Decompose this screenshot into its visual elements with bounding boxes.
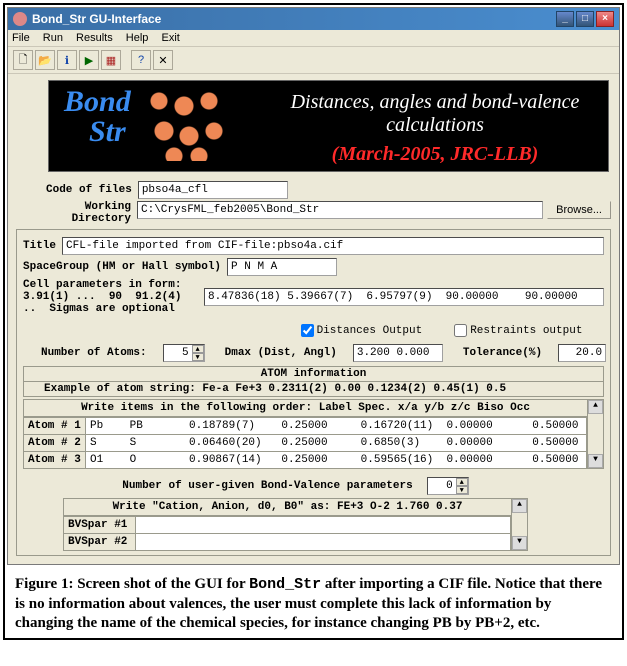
menu-results[interactable]: Results bbox=[76, 32, 113, 44]
atom-row-label: Atom # 1 bbox=[24, 418, 86, 434]
atoms-count-label: Number of Atoms: bbox=[41, 347, 147, 359]
new-icon[interactable]: 🗋 bbox=[13, 50, 33, 70]
toolbar: 🗋 📂 ℹ ▶ ▦ ? ✕ bbox=[8, 47, 619, 74]
scroll-up-icon[interactable]: ▲ bbox=[588, 400, 603, 414]
run-icon[interactable]: ▶ bbox=[79, 50, 99, 70]
restraints-checkbox[interactable]: Restraints output bbox=[450, 321, 582, 340]
distances-check-input[interactable] bbox=[301, 324, 314, 337]
window-title: Bond_Str GU-Interface bbox=[32, 12, 161, 26]
maximize-button[interactable]: □ bbox=[576, 11, 594, 27]
toolbar-separator bbox=[123, 50, 129, 70]
app-icon bbox=[13, 12, 27, 26]
title-input[interactable] bbox=[62, 237, 604, 255]
close-button[interactable]: × bbox=[596, 11, 614, 27]
restraints-check-input[interactable] bbox=[454, 324, 467, 337]
bv-grid-header: Write "Cation, Anion, d0, B0" as: FE+3 O… bbox=[64, 499, 511, 516]
tolerance-label: Tolerance(%) bbox=[463, 347, 542, 359]
atoms-count-input[interactable] bbox=[164, 345, 192, 361]
table-row: BVSpar #2 bbox=[64, 533, 511, 550]
spin-up-icon[interactable]: ▲ bbox=[192, 345, 204, 353]
banner-graphic bbox=[149, 91, 229, 161]
scroll-up-icon[interactable]: ▲ bbox=[512, 499, 527, 513]
bv-count-spinner[interactable]: ▲▼ bbox=[427, 477, 469, 495]
atom-row-data[interactable]: O1 O 0.90867(14) 0.25000 0.59565(16) 0.0… bbox=[86, 452, 587, 468]
atoms-count-spinner[interactable]: ▲▼ bbox=[163, 344, 205, 362]
titlebar: Bond_Str GU-Interface _ □ × bbox=[8, 8, 619, 30]
browse-button[interactable]: Browse... bbox=[547, 201, 611, 219]
atom-grid: Write items in the following order: Labe… bbox=[23, 399, 604, 469]
scrollbar[interactable]: ▲ ▼ bbox=[587, 400, 603, 468]
bv-count-input[interactable] bbox=[428, 478, 456, 494]
workdir-label: Working Directory bbox=[66, 201, 131, 225]
tolerance-input[interactable] bbox=[558, 344, 606, 362]
scrollbar[interactable]: ▲ ▼ bbox=[511, 499, 527, 550]
exit-icon[interactable]: ✕ bbox=[153, 50, 173, 70]
spin-down-icon[interactable]: ▼ bbox=[456, 486, 468, 494]
table-row: BVSpar #1 bbox=[64, 516, 511, 533]
atom-row-label: Atom # 3 bbox=[24, 452, 86, 468]
bv-row-data[interactable] bbox=[136, 534, 511, 550]
atom-row-label: Atom # 2 bbox=[24, 435, 86, 451]
banner-logo: BondStr bbox=[64, 87, 131, 147]
menu-file[interactable]: File bbox=[12, 32, 30, 44]
banner: BondStr Distances, angles and bond-valen… bbox=[48, 80, 609, 172]
bv-count-label: Number of user-given Bond-Valence parame… bbox=[122, 480, 412, 492]
spin-up-icon[interactable]: ▲ bbox=[456, 478, 468, 486]
dmax-input[interactable] bbox=[353, 344, 443, 362]
bv-row-label: BVSpar #1 bbox=[64, 517, 136, 533]
menubar: File Run Results Help Exit bbox=[8, 30, 619, 47]
dmax-label: Dmax (Dist, Angl) bbox=[225, 347, 337, 359]
code-files-label: Code of files bbox=[46, 184, 132, 196]
spin-down-icon[interactable]: ▼ bbox=[192, 353, 204, 361]
menu-help[interactable]: Help bbox=[126, 32, 149, 44]
figure-caption: Figure 1: Screen shot of the GUI for Bon… bbox=[7, 565, 620, 636]
menu-run[interactable]: Run bbox=[43, 32, 63, 44]
parameters-panel: Title SpaceGroup (HM or Hall symbol) Cel… bbox=[16, 229, 611, 556]
workdir-input[interactable] bbox=[137, 201, 543, 219]
banner-date: (March-2005, JRC-LLB) bbox=[280, 143, 590, 166]
table-row: Atom # 3 O1 O 0.90867(14) 0.25000 0.5956… bbox=[24, 451, 587, 468]
bv-grid: Write "Cation, Anion, d0, B0" as: FE+3 O… bbox=[63, 498, 528, 551]
banner-subtitle: Distances, angles and bond-valence calcu… bbox=[280, 91, 590, 137]
atom-row-data[interactable]: Pb PB 0.18789(7) 0.25000 0.16720(11) 0.0… bbox=[86, 418, 587, 434]
title-label: Title bbox=[23, 240, 56, 252]
results-icon[interactable]: ▦ bbox=[101, 50, 121, 70]
minimize-button[interactable]: _ bbox=[556, 11, 574, 27]
scroll-down-icon[interactable]: ▼ bbox=[512, 536, 527, 550]
table-row: Atom # 2 S S 0.06460(20) 0.25000 0.6850(… bbox=[24, 434, 587, 451]
table-row: Atom # 1 Pb PB 0.18789(7) 0.25000 0.1672… bbox=[24, 417, 587, 434]
distances-checkbox[interactable]: Distances Output bbox=[297, 321, 423, 340]
atom-info-example: Example of atom string: Fe-a Fe+3 0.2311… bbox=[23, 382, 604, 397]
info-icon[interactable]: ℹ bbox=[57, 50, 77, 70]
atom-grid-header: Write items in the following order: Labe… bbox=[24, 400, 587, 417]
scroll-down-icon[interactable]: ▼ bbox=[588, 454, 603, 468]
spacegroup-input[interactable] bbox=[227, 258, 337, 276]
atom-row-data[interactable]: S S 0.06460(20) 0.25000 0.6850(3) 0.0000… bbox=[86, 435, 587, 451]
code-files-input[interactable] bbox=[138, 181, 288, 199]
cellparams-label: Cell parameters in form: 3.91(1) ... 90 … bbox=[23, 279, 198, 315]
spacegroup-label: SpaceGroup (HM or Hall symbol) bbox=[23, 261, 221, 273]
bv-row-label: BVSpar #2 bbox=[64, 534, 136, 550]
bv-row-data[interactable] bbox=[136, 517, 511, 533]
menu-exit[interactable]: Exit bbox=[161, 32, 179, 44]
help-icon[interactable]: ? bbox=[131, 50, 151, 70]
cellparams-input[interactable] bbox=[204, 288, 604, 306]
open-icon[interactable]: 📂 bbox=[35, 50, 55, 70]
atom-info-heading: ATOM information bbox=[23, 366, 604, 382]
